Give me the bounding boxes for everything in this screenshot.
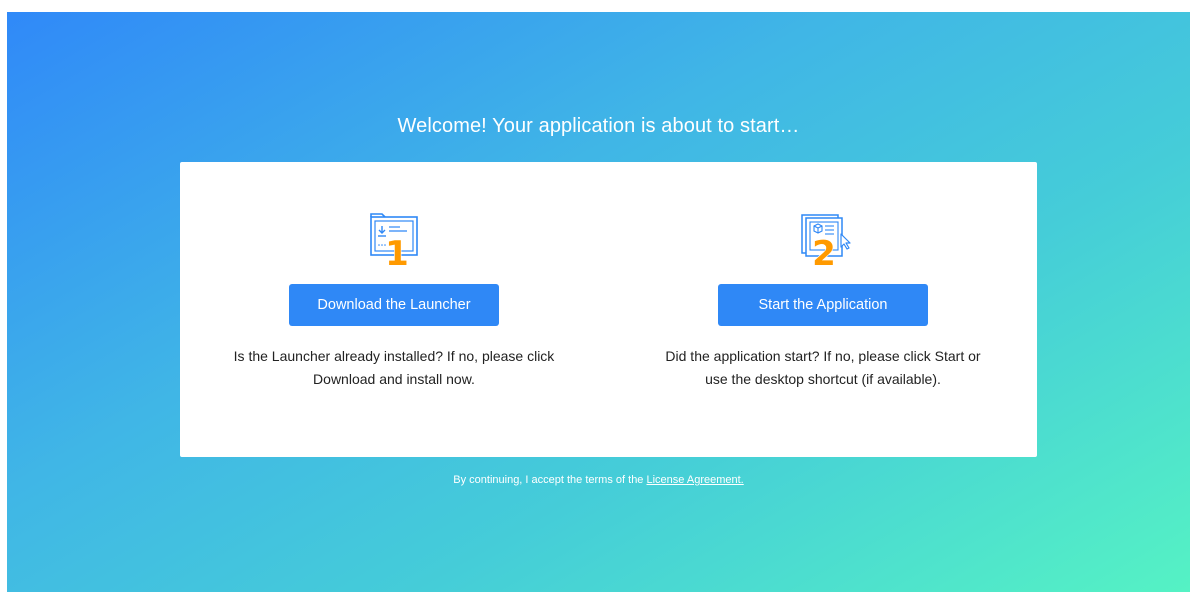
license-footer-text: By continuing, I accept the terms of the	[453, 474, 644, 486]
start-description-line-1: Did the application start? If no, please…	[665, 348, 981, 364]
folder-download-icon: 1	[364, 207, 424, 269]
start-description-line-2: use the desktop shortcut (if available).	[705, 371, 941, 387]
download-description: Is the Launcher already installed? If no…	[180, 345, 608, 391]
launcher-page-background: Welcome! Your application is about to st…	[7, 12, 1190, 592]
start-description: Did the application start? If no, please…	[609, 345, 1037, 391]
step-download: 1 Download the Launcher Is the Launcher …	[180, 162, 608, 457]
download-description-line-1: Is the Launcher already installed? If no…	[233, 348, 555, 364]
license-agreement-link[interactable]: License Agreement.	[647, 474, 744, 486]
license-footer: By continuing, I accept the terms of the…	[7, 474, 1190, 486]
steps-card: 1 Download the Launcher Is the Launcher …	[180, 162, 1037, 457]
download-description-line-2: Download and install now.	[313, 371, 475, 387]
start-application-button[interactable]: Start the Application	[718, 284, 928, 326]
download-launcher-button[interactable]: Download the Launcher	[289, 284, 499, 326]
step-start: 2 Start the Application Did the applicat…	[609, 162, 1037, 457]
welcome-heading: Welcome! Your application is about to st…	[397, 115, 800, 137]
app-window-cursor-icon: 2	[793, 207, 853, 269]
step-number-1: 1	[385, 234, 409, 269]
step-number-2: 2	[812, 234, 836, 269]
